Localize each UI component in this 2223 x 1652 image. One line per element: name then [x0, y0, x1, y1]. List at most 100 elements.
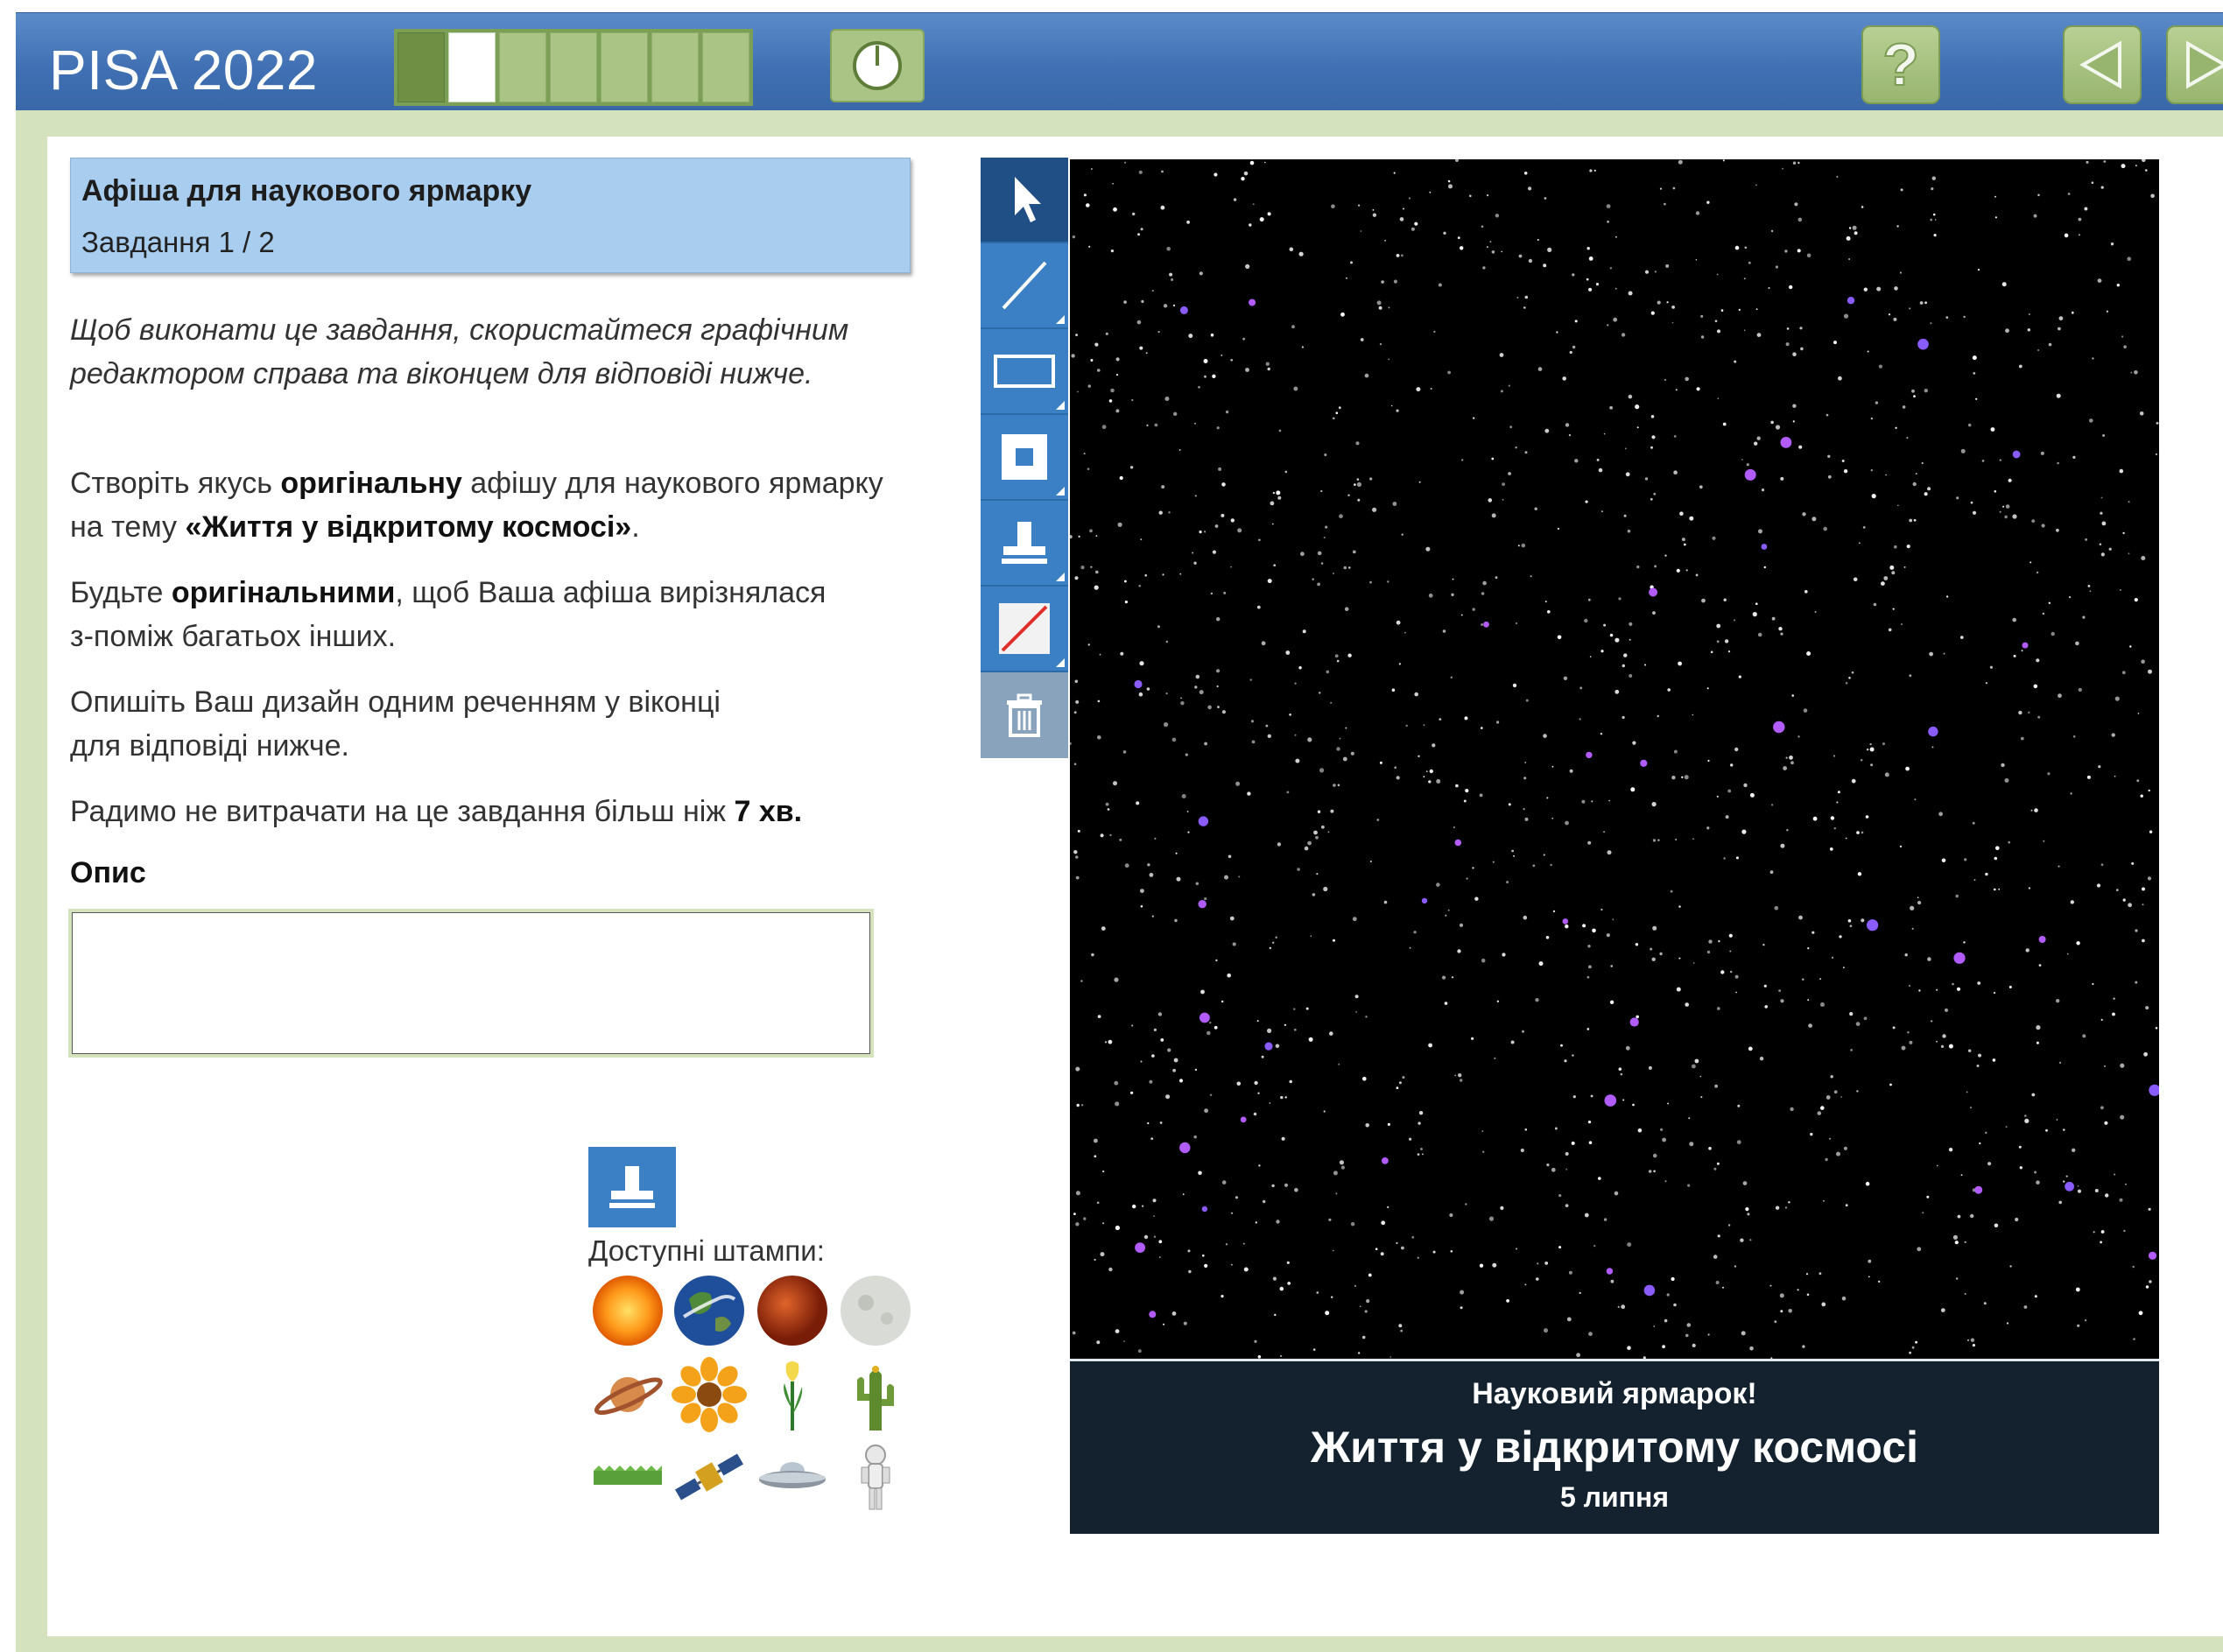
star — [1565, 820, 1569, 826]
star — [2102, 434, 2106, 437]
star — [1185, 753, 1188, 756]
star — [1112, 182, 1114, 185]
stamp-moon[interactable] — [836, 1271, 915, 1350]
star — [1797, 249, 1801, 253]
eraser-tool-button[interactable] — [981, 587, 1068, 672]
available-stamps-label: Доступні штампи: — [588, 1234, 825, 1267]
star — [1588, 287, 1593, 292]
star — [1774, 906, 1779, 910]
timer-button[interactable] — [830, 29, 925, 102]
star — [1076, 1103, 1080, 1107]
stamp-cactus[interactable] — [836, 1355, 915, 1434]
star — [1843, 313, 1849, 319]
star — [1221, 513, 1225, 517]
star — [2056, 1119, 2058, 1121]
stamp-grass[interactable] — [588, 1438, 667, 1516]
star — [1587, 1121, 1592, 1124]
star — [1100, 1252, 1105, 1257]
description-input[interactable] — [68, 909, 874, 1058]
star — [1243, 171, 1249, 176]
stamp-saturn[interactable] — [588, 1355, 667, 1434]
star — [2036, 1180, 2040, 1185]
star — [1609, 633, 1614, 637]
stamp-satellite[interactable] — [670, 1438, 749, 1516]
star — [1930, 218, 1932, 221]
star — [1528, 258, 1533, 264]
star — [1212, 550, 1216, 554]
star — [1074, 576, 1079, 580]
progress-segment — [499, 32, 546, 102]
stamp-sun[interactable] — [588, 1271, 667, 1350]
star — [1524, 295, 1529, 299]
help-button[interactable]: ? — [1861, 25, 1940, 104]
star — [1907, 1030, 1910, 1034]
star — [1743, 329, 1746, 332]
star — [1701, 598, 1706, 603]
line-tool-button[interactable] — [981, 243, 1068, 329]
star — [1140, 228, 1143, 231]
star — [1723, 857, 1726, 860]
star — [1087, 643, 1090, 646]
star — [1327, 831, 1330, 833]
star — [1257, 1092, 1260, 1094]
star — [2045, 1128, 2048, 1132]
star — [1710, 650, 1713, 654]
star — [1756, 333, 1762, 337]
stamp-sunflower[interactable] — [670, 1355, 749, 1434]
star — [1482, 580, 1487, 586]
star — [2123, 1229, 2126, 1233]
star — [1957, 1214, 1961, 1219]
star — [1396, 776, 1400, 780]
star — [1848, 677, 1851, 679]
star — [1730, 970, 1733, 974]
stamp-tulip[interactable] — [753, 1355, 832, 1434]
back-button[interactable] — [2063, 25, 2142, 104]
star — [1576, 1353, 1580, 1358]
star — [2127, 257, 2131, 261]
star — [1336, 659, 1340, 663]
star — [1610, 1279, 1614, 1283]
star — [1422, 1153, 1424, 1156]
star — [1401, 1246, 1404, 1250]
star — [2104, 1121, 2108, 1125]
star — [1502, 482, 1505, 486]
next-button[interactable] — [2166, 25, 2223, 104]
poster-canvas[interactable] — [1070, 159, 2159, 1359]
star — [2002, 505, 2005, 508]
select-tool-button[interactable] — [981, 158, 1068, 243]
star — [1179, 573, 1182, 575]
star — [1508, 384, 1510, 387]
star — [2009, 1265, 2012, 1268]
star — [1242, 337, 1245, 341]
fill-tool-button[interactable] — [981, 415, 1068, 501]
star — [1293, 1008, 1296, 1010]
purple-star — [1606, 1268, 1614, 1275]
star — [1784, 1206, 1788, 1209]
star — [1627, 1346, 1631, 1350]
star — [2069, 596, 2072, 599]
star — [1892, 1026, 1896, 1030]
stamp-astronaut[interactable] — [836, 1438, 915, 1516]
star — [1330, 809, 1334, 813]
clear-canvas-button[interactable] — [981, 672, 1068, 758]
star — [2075, 641, 2079, 646]
rectangle-tool-button[interactable] — [981, 329, 1068, 415]
star — [1392, 502, 1397, 506]
star — [1340, 312, 1345, 317]
stamp-ufo[interactable] — [753, 1438, 832, 1516]
stamp-tool-button[interactable] — [981, 501, 1068, 587]
star — [1192, 552, 1194, 554]
star — [1455, 784, 1459, 788]
stamp-earth[interactable] — [670, 1271, 749, 1350]
star — [1786, 327, 1790, 330]
star — [1848, 227, 1852, 229]
star — [2057, 461, 2059, 465]
star — [2079, 234, 2080, 236]
star — [1926, 1195, 1930, 1199]
star — [1457, 236, 1460, 239]
purple-star — [1264, 1042, 1273, 1051]
star — [2004, 778, 2009, 783]
stamp-mars[interactable] — [753, 1271, 832, 1350]
star — [1964, 858, 1967, 861]
star — [1271, 1184, 1275, 1188]
